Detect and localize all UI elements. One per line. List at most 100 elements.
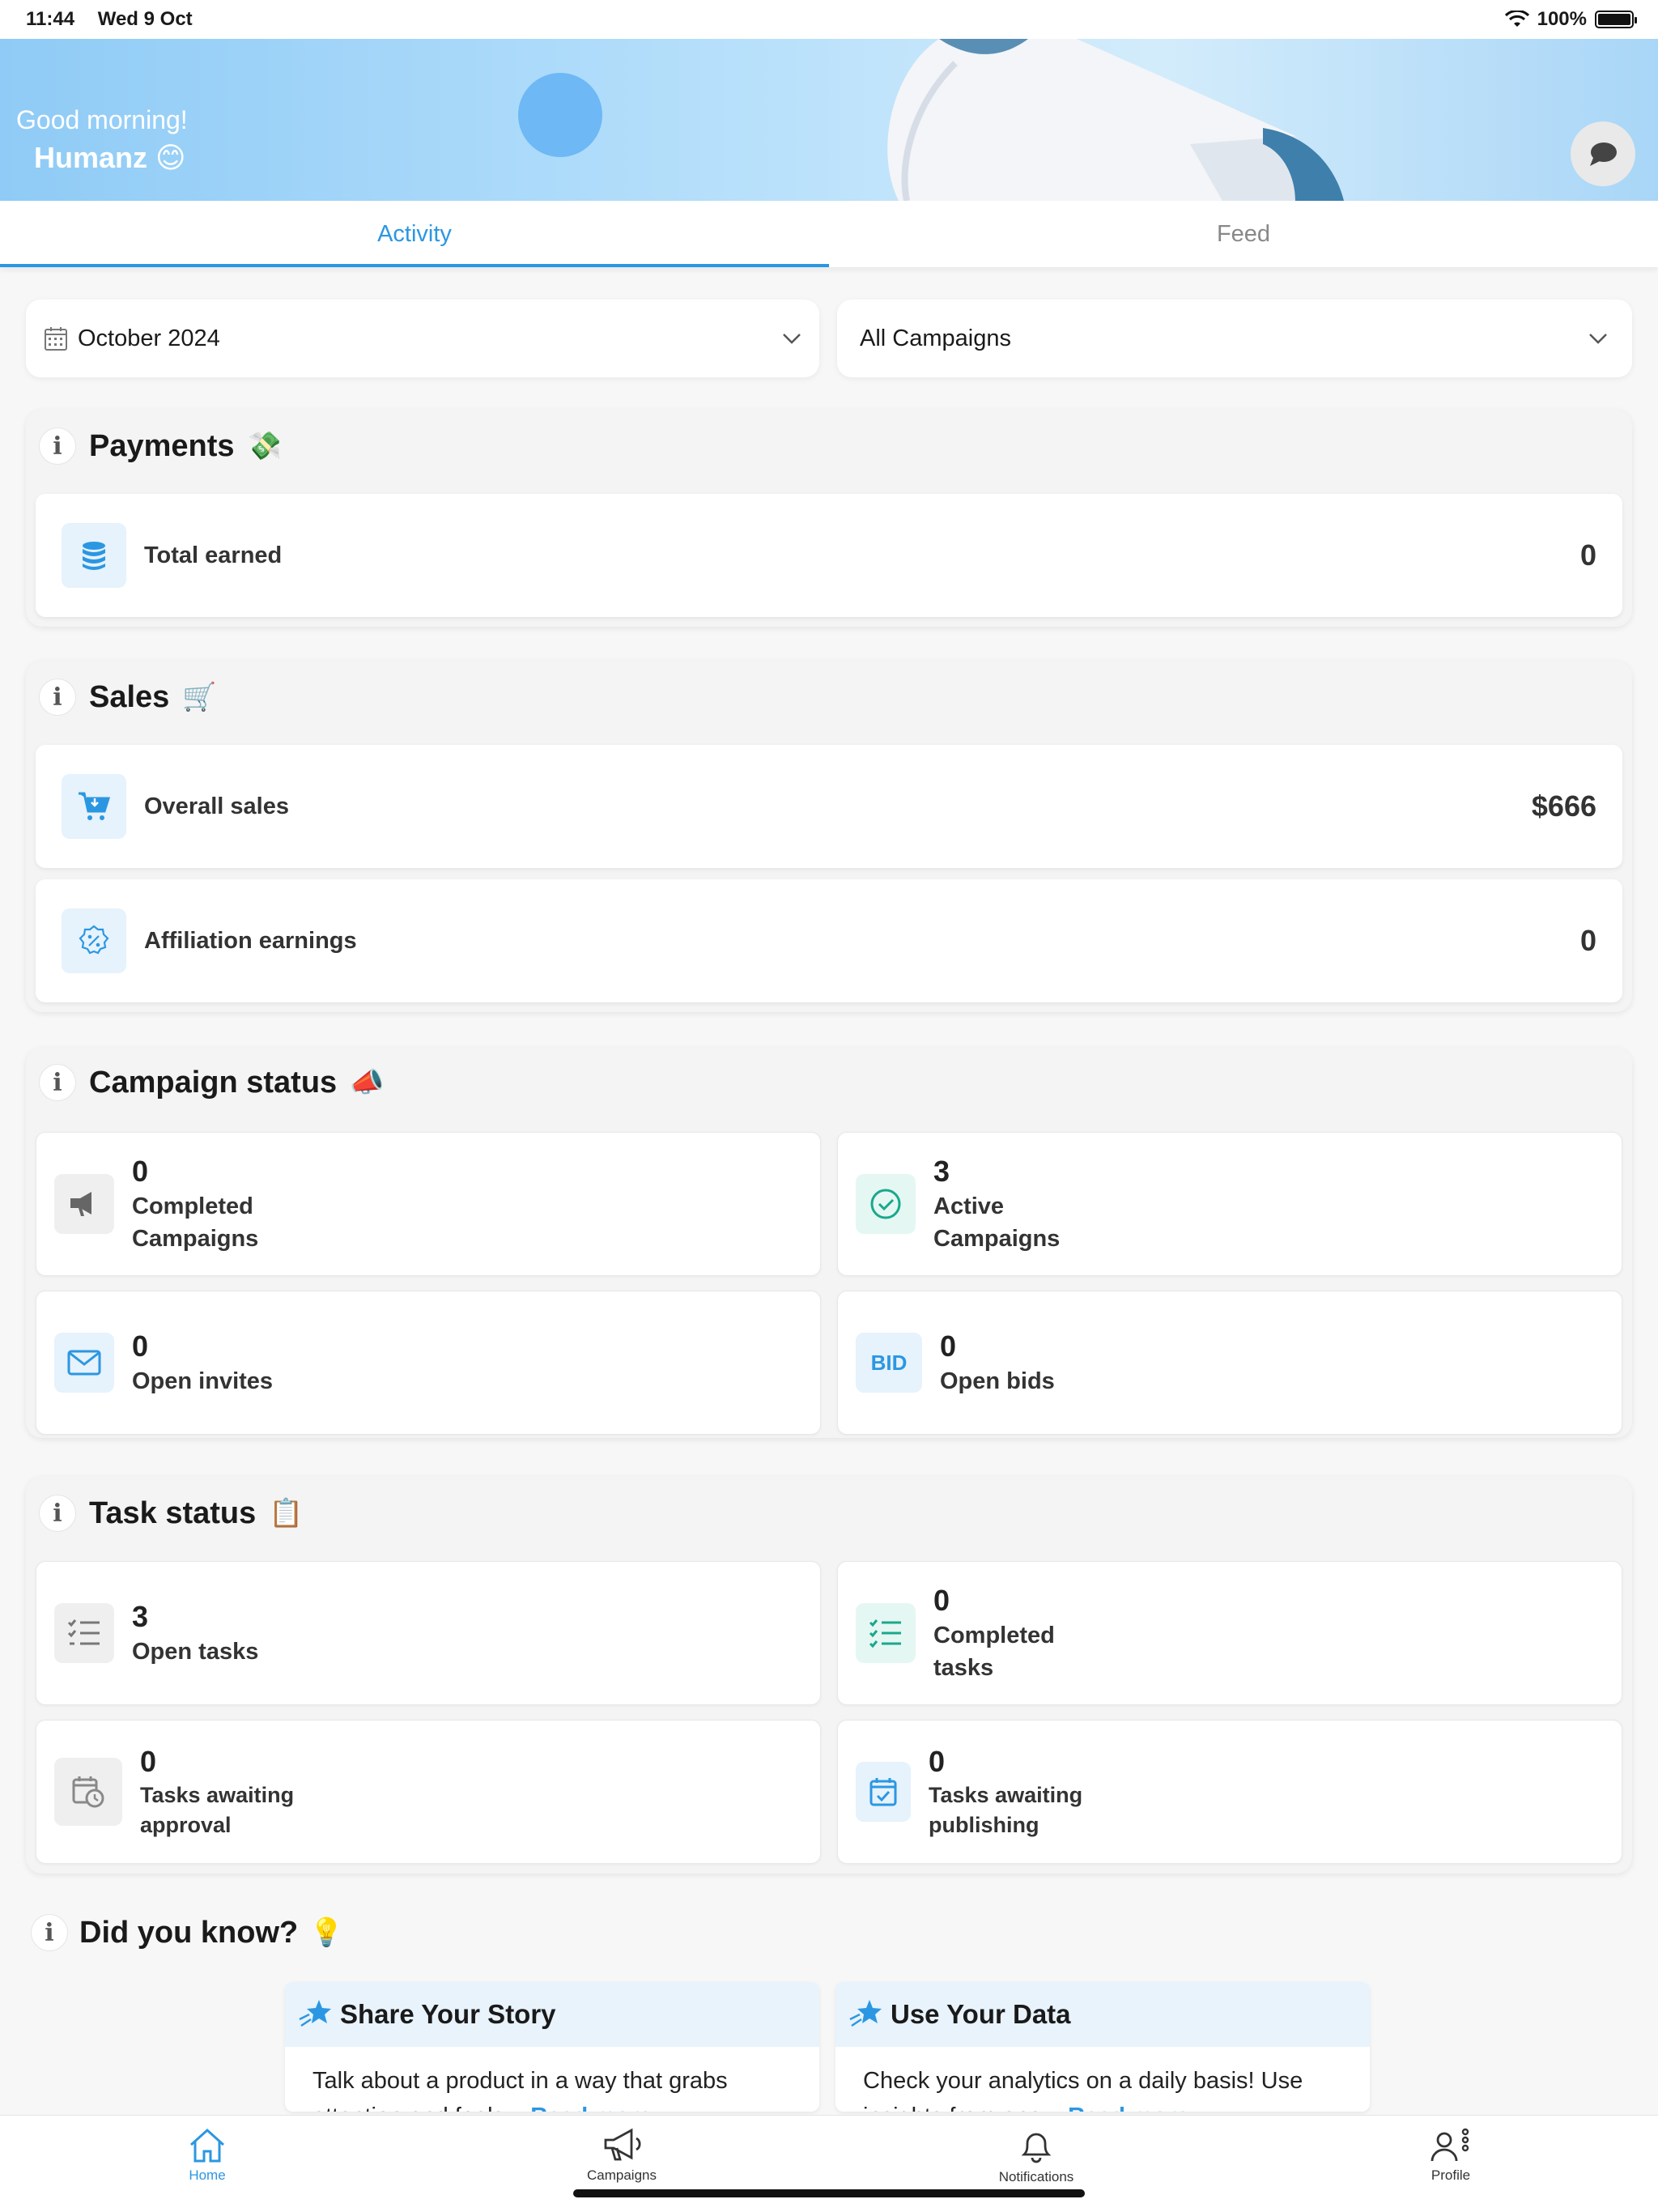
battery-icon xyxy=(1595,11,1637,28)
tip-header: Share Your Story xyxy=(285,1982,819,2047)
coins-icon xyxy=(62,523,126,588)
open-invites-count: 0 xyxy=(132,1329,149,1363)
open-tasks-text: 3 Open tasks xyxy=(132,1598,258,1668)
megaphone-emoji: 📣 xyxy=(350,1067,385,1098)
status-bar: 11:44 Wed 9 Oct 100% xyxy=(0,0,1658,39)
affiliation-earnings-card[interactable]: Affiliation earnings 0 xyxy=(36,879,1622,1002)
read-more-link[interactable]: Read more xyxy=(530,2104,652,2112)
bell-icon xyxy=(1021,2133,1052,2163)
greeting-text: Good morning! xyxy=(16,105,188,134)
info-icon[interactable]: i xyxy=(39,678,76,716)
completed-tasks-label: Completed tasks xyxy=(933,1623,1055,1681)
active-campaigns-text: 3 Active Campaigns xyxy=(933,1153,1060,1255)
info-icon[interactable]: i xyxy=(39,1064,76,1101)
completed-tasks-text: 0 Completed tasks xyxy=(933,1582,1055,1684)
overall-sales-value: $666 xyxy=(1531,789,1596,823)
envelope-icon xyxy=(54,1333,114,1393)
tip-title: Share Your Story xyxy=(340,1999,556,2029)
tip-body: Check your analytics on a daily basis! U… xyxy=(835,2047,1370,2112)
nav-home-label: Home xyxy=(189,2167,226,2183)
did-you-know-header: i Did you know? 💡 xyxy=(31,1914,344,1951)
tasks-awaiting-publishing-card[interactable]: 0 Tasks awaiting publishing xyxy=(837,1720,1622,1864)
nav-profile-label: Profile xyxy=(1431,2167,1471,2183)
lightbulb-emoji: 💡 xyxy=(309,1917,344,1948)
bid-icon: BID xyxy=(856,1333,922,1393)
payments-title: Payments xyxy=(89,428,235,463)
tip-card[interactable]: Use Your Data Check your analytics on a … xyxy=(835,1982,1370,2112)
nav-home[interactable]: Home xyxy=(0,2116,414,2212)
month-value: October 2024 xyxy=(78,325,220,351)
shooting-star-icon xyxy=(849,2000,882,2027)
tasks-awaiting-publishing-count: 0 xyxy=(929,1745,946,1778)
megaphone-icon xyxy=(54,1174,114,1234)
read-more-link[interactable]: Read more xyxy=(1068,2104,1189,2112)
decorative-bubble xyxy=(518,73,602,157)
tip-header: Use Your Data xyxy=(835,1982,1370,2047)
home-indicator xyxy=(573,2189,1085,2197)
battery-percent: 100% xyxy=(1537,8,1587,30)
open-tasks-count: 3 xyxy=(132,1600,149,1633)
chat-button[interactable] xyxy=(1571,121,1635,186)
task-list-icon xyxy=(54,1603,114,1663)
open-tasks-card[interactable]: 3 Open tasks xyxy=(36,1561,821,1705)
open-invites-card[interactable]: 0 Open invites xyxy=(36,1291,821,1435)
tasks-awaiting-approval-text: 0 Tasks awaiting approval xyxy=(140,1743,294,1840)
campaign-select[interactable]: All Campaigns xyxy=(837,300,1632,377)
bid-icon-text: BID xyxy=(870,1350,908,1375)
active-campaigns-card[interactable]: 3 Active Campaigns xyxy=(837,1132,1622,1276)
status-right: 100% xyxy=(1504,8,1637,31)
calendar-check-icon xyxy=(856,1762,911,1822)
cart-icon xyxy=(62,774,126,839)
open-invites-label: Open invites xyxy=(132,1368,274,1394)
campaign-status-section: i Campaign status 📣 0 Completed Campaign… xyxy=(26,1048,1632,1438)
info-icon[interactable]: i xyxy=(31,1914,68,1951)
chat-bubble-icon xyxy=(1590,143,1617,166)
total-earned-value: 0 xyxy=(1579,538,1596,572)
user-name: Humanz 😊 xyxy=(34,141,186,174)
payments-section: i Payments 💸 Total earned 0 xyxy=(26,410,1632,627)
overall-sales-card[interactable]: Overall sales $666 xyxy=(36,745,1622,868)
tasks-awaiting-approval-label: Tasks awaiting approval xyxy=(140,1783,295,1837)
completed-tasks-count: 0 xyxy=(933,1584,950,1617)
checklist-icon xyxy=(856,1603,916,1663)
tip-title: Use Your Data xyxy=(891,1999,1071,2029)
completed-tasks-card[interactable]: 0 Completed tasks xyxy=(837,1561,1622,1705)
task-status-title: Task status xyxy=(89,1495,257,1530)
total-earned-card[interactable]: Total earned 0 xyxy=(36,494,1622,617)
completed-campaigns-label: Completed Campaigns xyxy=(132,1193,259,1252)
calendar-icon xyxy=(45,327,67,351)
nav-campaigns[interactable]: Campaigns xyxy=(414,2116,829,2212)
nav-notifications-label: Notifications xyxy=(998,2169,1074,2184)
hero-banner: Good morning! Humanz 😊 xyxy=(0,39,1658,201)
discount-badge-icon xyxy=(62,908,126,973)
tip-card[interactable]: Share Your Story Talk about a product in… xyxy=(285,1982,819,2112)
check-circle-icon xyxy=(856,1174,916,1234)
status-left: 11:44 Wed 9 Oct xyxy=(26,8,210,31)
nav-profile[interactable]: Profile xyxy=(1244,2116,1658,2212)
open-bids-count: 0 xyxy=(940,1329,957,1363)
megaphone-icon xyxy=(604,2128,641,2161)
active-campaigns-count: 3 xyxy=(933,1155,950,1188)
cart-emoji: 🛒 xyxy=(182,682,217,713)
nav-notifications[interactable]: Notifications xyxy=(829,2116,1244,2212)
bottom-nav: Home Campaigns Notifications Profile xyxy=(0,2115,1658,2212)
campaign-status-header: i Campaign status 📣 xyxy=(39,1064,385,1101)
completed-campaigns-card[interactable]: 0 Completed Campaigns xyxy=(36,1132,821,1276)
payments-header: i Payments 💸 xyxy=(39,428,282,465)
info-icon[interactable]: i xyxy=(39,428,76,465)
task-status-header: i Task status 📋 xyxy=(39,1495,304,1532)
chevron-down-icon xyxy=(1589,334,1607,344)
tab-activity[interactable]: Activity xyxy=(0,201,829,267)
open-bids-card[interactable]: BID 0 Open bids xyxy=(837,1291,1622,1435)
month-select[interactable]: October 2024 xyxy=(26,300,819,377)
tasks-awaiting-approval-card[interactable]: 0 Tasks awaiting approval xyxy=(36,1720,821,1864)
completed-campaigns-count: 0 xyxy=(132,1155,149,1188)
completed-campaigns-text: 0 Completed Campaigns xyxy=(132,1153,258,1255)
tab-feed[interactable]: Feed xyxy=(829,201,1658,267)
tasks-awaiting-approval-count: 0 xyxy=(140,1745,157,1778)
info-icon[interactable]: i xyxy=(39,1495,76,1532)
sales-title: Sales xyxy=(89,679,170,714)
did-you-know-title: Did you know? xyxy=(79,1915,299,1950)
shooting-star-icon xyxy=(299,2000,331,2027)
megaphone-illustration xyxy=(887,39,1344,201)
